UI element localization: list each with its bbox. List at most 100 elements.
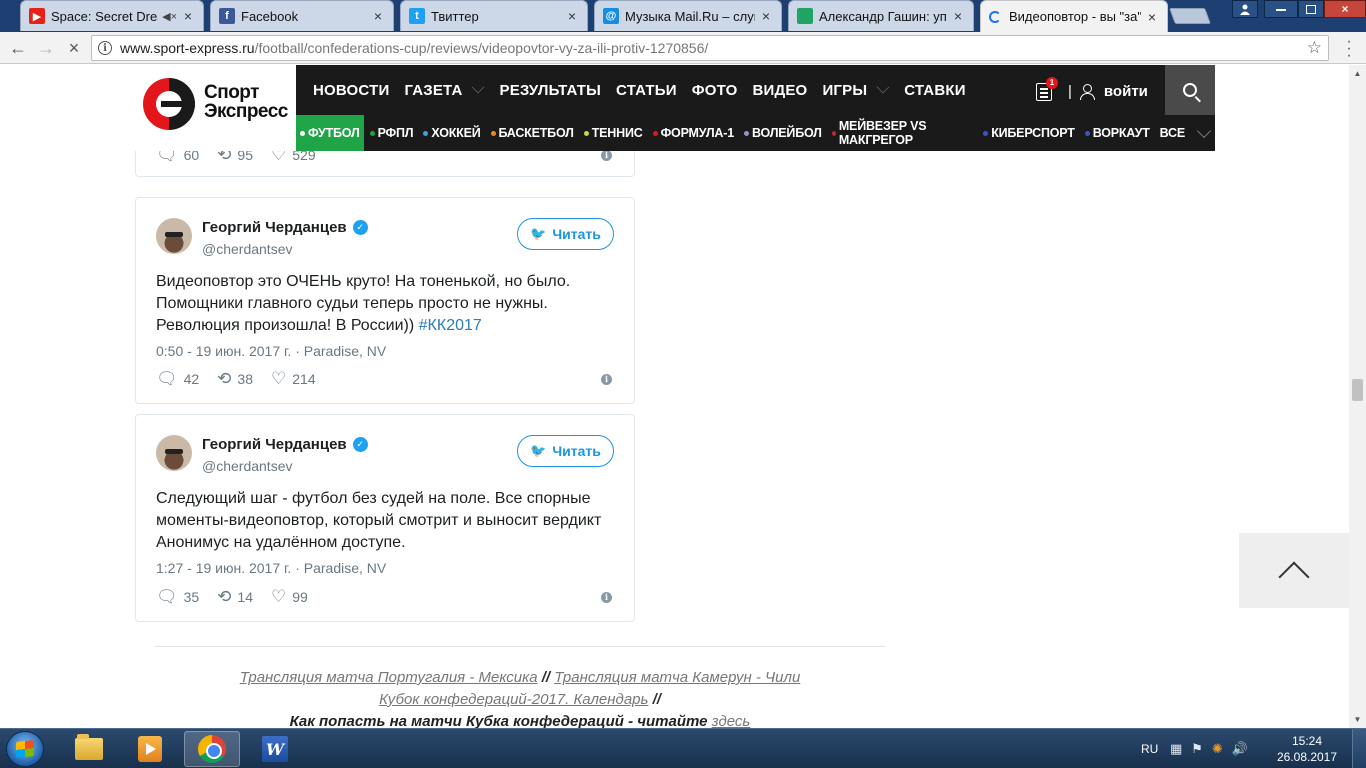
close-icon[interactable]: × — [181, 8, 195, 24]
network-icon[interactable]: ▦ — [1170, 741, 1182, 757]
tweet-card: Георгий Черданцев ✓ @cherdantsev 🐦 Читат… — [135, 414, 635, 622]
tab-youtube[interactable]: ▶ Space: Secret Dreams ◀× × — [20, 0, 204, 31]
twitter-icon: t — [409, 8, 425, 24]
link-broadcast-portugal-mexico[interactable]: Трансляция матча Португалия - Мексика — [240, 669, 538, 686]
scroll-down-arrow-icon[interactable]: ▼ — [1349, 711, 1366, 728]
avatar[interactable] — [156, 435, 192, 471]
taskbar-media-player[interactable] — [122, 731, 178, 767]
link-here[interactable]: здесь — [712, 713, 751, 728]
language-indicator[interactable]: RU — [1141, 729, 1158, 768]
submenu-item-basketball[interactable]: БАСКЕТБОЛ — [487, 115, 578, 151]
search-button[interactable] — [1165, 65, 1215, 115]
menu-item-articles[interactable]: СТАТЬИ — [616, 82, 677, 99]
profile-icon[interactable] — [1232, 0, 1258, 18]
tab-twitter[interactable]: t Твиттер × — [400, 0, 588, 31]
tweet-timestamp[interactable]: 0:50 - 19 июн. 2017 г. · Paradise, NV — [156, 343, 386, 359]
stop-button[interactable]: × — [64, 38, 84, 58]
tab-sheet[interactable]: Александр Гашин: упра × — [788, 0, 974, 31]
submenu-item-mayweather-mcgregor[interactable]: МЕЙВЕЗЕР VS МАКГРЕГОР — [828, 115, 977, 151]
facebook-icon: f — [219, 8, 235, 24]
tweet-body: Следующий шаг - футбол без судей на поле… — [156, 490, 602, 551]
scroll-to-top-button[interactable] — [1239, 533, 1349, 608]
avast-icon[interactable]: ✺ — [1212, 741, 1223, 757]
menu-item-games[interactable]: ИГРЫ — [822, 80, 890, 99]
volume-icon[interactable]: 🔊 — [1232, 741, 1248, 757]
close-icon[interactable]: × — [1145, 9, 1159, 25]
url-host: www.sport-express.ru — [120, 40, 255, 56]
menu-item-news[interactable]: НОВОСТИ — [313, 82, 389, 99]
site-info-icon[interactable]: i — [98, 41, 112, 55]
submenu-item-rfpl[interactable]: РФПЛ — [366, 115, 418, 151]
submenu-item-football[interactable]: ФУТБОЛ — [296, 115, 364, 151]
show-desktop-button[interactable] — [1352, 729, 1366, 768]
hashtag-link[interactable]: #КК2017 — [419, 317, 482, 334]
tweet-timestamp[interactable]: 1:27 - 19 июн. 2017 г. · Paradise, NV — [156, 560, 386, 576]
submenu-item-hockey[interactable]: ХОККЕЙ — [419, 115, 484, 151]
like-action[interactable]: ♡ 214 — [271, 369, 316, 389]
link-confed-cup-calendar[interactable]: Кубок конфедераций-2017. Календарь — [379, 691, 648, 708]
login-link[interactable]: войти — [1104, 83, 1148, 100]
back-button[interactable]: ← — [8, 38, 28, 58]
taskbar-explorer[interactable] — [61, 731, 117, 767]
action-center-flag-icon[interactable]: ⚑ — [1191, 741, 1203, 757]
bookmark-star-icon[interactable]: ☆ — [1307, 38, 1322, 58]
menu-item-results[interactable]: РЕЗУЛЬТАТЫ — [499, 82, 601, 99]
page-scrollbar[interactable]: ▲ ▼ — [1349, 65, 1366, 728]
minimize-button[interactable] — [1264, 0, 1298, 18]
tab-active-article[interactable]: Видеоповтор - вы "за" и × — [980, 0, 1168, 32]
notifications-icon[interactable]: 1 — [1034, 77, 1058, 101]
address-bar[interactable]: i www.sport-express.ru/football/confeder… — [91, 35, 1329, 61]
tab-facebook[interactable]: f Facebook × — [210, 0, 394, 31]
menu-label: ГАЗЕТА — [404, 81, 463, 99]
taskbar-clock[interactable]: 15:24 26.08.2017 — [1272, 733, 1342, 765]
reply-action[interactable]: 🗨 35 — [156, 587, 199, 607]
submenu-item-esports[interactable]: КИБЕРСПОРТ — [979, 115, 1079, 151]
menu-item-video[interactable]: ВИДЕО — [752, 82, 807, 99]
scroll-up-arrow-icon[interactable]: ▲ — [1349, 65, 1366, 82]
reply-action[interactable]: 🗨 42 — [156, 369, 199, 389]
tab-mailru-music[interactable]: @ Музыка Mail.Ru – слуша × — [594, 0, 782, 31]
submenu-label: РФПЛ — [377, 126, 414, 140]
submenu-item-all[interactable]: ВСЕ — [1156, 115, 1213, 151]
link-broadcast-cameroon-chile[interactable]: Трансляция матча Камерун - Чили — [554, 669, 800, 686]
start-button[interactable] — [6, 731, 44, 767]
close-icon[interactable]: × — [759, 8, 773, 24]
menu-item-bets[interactable]: СТАВКИ — [904, 82, 965, 99]
tweet-actions: 🗨 35 ⟲ 14 ♡ 99 — [156, 587, 326, 607]
submenu-item-volleyball[interactable]: ВОЛЕЙБОЛ — [740, 115, 826, 151]
maximize-button[interactable] — [1298, 0, 1324, 18]
word-icon: W — [262, 736, 288, 762]
submenu-item-workout[interactable]: ВОРКАУТ — [1081, 115, 1154, 151]
retweet-action[interactable]: ⟲ 38 — [217, 369, 253, 389]
tweet-info-icon[interactable]: i — [601, 150, 612, 161]
avatar[interactable] — [156, 218, 192, 254]
tweet-author[interactable]: Георгий Черданцев ✓ — [202, 219, 368, 236]
tweet-info-icon[interactable]: i — [601, 592, 612, 603]
menu-item-newspaper[interactable]: ГАЗЕТА — [404, 80, 485, 99]
close-icon[interactable]: × — [371, 8, 385, 24]
tweet-handle[interactable]: @cherdantsev — [202, 241, 292, 257]
menu-item-photo[interactable]: ФОТО — [692, 82, 738, 99]
submenu-item-tennis[interactable]: ТЕННИС — [580, 115, 647, 151]
tweet-handle[interactable]: @cherdantsev — [202, 458, 292, 474]
close-window-button[interactable]: × — [1324, 0, 1366, 18]
bullet-dot — [583, 130, 589, 136]
taskbar-word[interactable]: W — [247, 731, 303, 767]
media-player-icon — [138, 736, 162, 762]
like-action[interactable]: ♡ 99 — [271, 587, 308, 607]
close-icon[interactable]: × — [565, 8, 579, 24]
scrollbar-thumb[interactable] — [1352, 379, 1363, 401]
follow-button[interactable]: 🐦 Читать — [517, 435, 614, 467]
new-tab-button[interactable] — [1169, 8, 1211, 24]
tweet-author[interactable]: Георгий Черданцев ✓ — [202, 436, 368, 453]
follow-button[interactable]: 🐦 Читать — [517, 218, 614, 250]
site-logo[interactable]: Спорт Экспресс — [134, 65, 296, 151]
forward-button[interactable]: → — [36, 38, 56, 58]
retweet-action[interactable]: ⟲ 14 — [217, 587, 253, 607]
browser-menu-icon[interactable]: · · · — [1344, 34, 1354, 64]
tweet-info-icon[interactable]: i — [601, 374, 612, 385]
submenu-item-formula1[interactable]: ФОРМУЛА-1 — [649, 115, 738, 151]
taskbar-chrome[interactable] — [184, 731, 240, 767]
muted-speaker-icon[interactable]: ◀× — [162, 10, 177, 23]
close-icon[interactable]: × — [951, 8, 965, 24]
